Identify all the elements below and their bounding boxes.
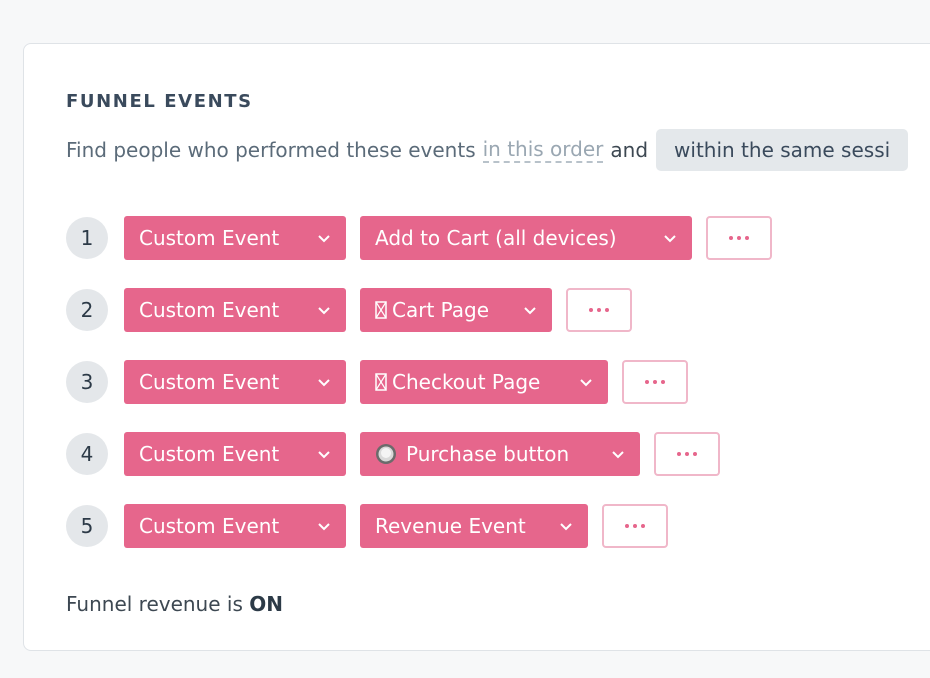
description-prefix: Find people who performed these events <box>66 138 476 162</box>
funnel-step-row: 2 Custom Event Cart Page <box>66 288 632 332</box>
ellipsis-icon <box>625 524 629 528</box>
event-name-label: Revenue Event <box>375 514 526 538</box>
ellipsis-dot <box>653 380 657 384</box>
chevron-down-icon <box>318 379 330 387</box>
ellipsis-dot <box>693 452 697 456</box>
event-type-dropdown[interactable]: Custom Event <box>124 216 346 260</box>
ellipsis-dot <box>685 452 689 456</box>
event-name-label: Cart Page <box>392 298 490 322</box>
event-type-label: Custom Event <box>139 298 280 322</box>
event-name-label: Purchase button <box>406 442 570 466</box>
event-name-dropdown[interactable]: Revenue Event <box>360 504 588 548</box>
ellipsis-dot <box>661 380 665 384</box>
funnel-step-row: 5 Custom Event Revenue Event <box>66 504 668 548</box>
ellipsis-dot <box>737 236 741 240</box>
section-title: FUNNEL EVENTS <box>66 91 253 112</box>
event-type-label: Custom Event <box>139 370 280 394</box>
revenue-status-value: ON <box>249 592 283 616</box>
funnel-step-row: 4 Custom Event Purchase button <box>66 432 720 476</box>
ellipsis-dot <box>605 308 609 312</box>
funnel-step-row: 3 Custom Event Checkout Page <box>66 360 688 404</box>
order-mode-link[interactable]: in this order <box>482 137 604 163</box>
chevron-down-icon <box>664 235 676 243</box>
funnel-revenue-status: Funnel revenue is ON <box>66 592 283 616</box>
step-number-badge: 3 <box>66 361 108 403</box>
chevron-down-icon <box>318 451 330 459</box>
step-number-badge: 4 <box>66 433 108 475</box>
page-placeholder-icon <box>375 372 387 392</box>
ellipsis-dot <box>745 236 749 240</box>
step-more-options-button[interactable] <box>706 216 772 260</box>
event-name-dropdown[interactable]: Cart Page <box>360 288 552 332</box>
event-type-dropdown[interactable]: Custom Event <box>124 360 346 404</box>
chevron-down-icon <box>318 523 330 531</box>
ellipsis-icon <box>729 236 733 240</box>
session-scope-dropdown[interactable]: within the same sessi <box>656 129 909 171</box>
ellipsis-icon <box>645 380 649 384</box>
event-name-dropdown[interactable]: Purchase button <box>360 432 640 476</box>
page-placeholder-icon <box>375 300 387 320</box>
event-type-dropdown[interactable]: Custom Event <box>124 288 346 332</box>
step-more-options-button[interactable] <box>602 504 668 548</box>
event-name-label: Checkout Page <box>392 370 541 394</box>
chevron-down-icon <box>560 523 572 531</box>
revenue-prefix: Funnel revenue is <box>66 592 243 616</box>
ellipsis-dot <box>633 524 637 528</box>
chevron-down-icon <box>612 451 624 459</box>
event-name-label: Add to Cart (all devices) <box>375 226 617 250</box>
chevron-down-icon <box>580 379 592 387</box>
event-name-dropdown[interactable]: Add to Cart (all devices) <box>360 216 692 260</box>
step-number-badge: 1 <box>66 217 108 259</box>
step-number-badge: 5 <box>66 505 108 547</box>
step-more-options-button[interactable] <box>654 432 720 476</box>
ellipsis-icon <box>677 452 681 456</box>
funnel-description: Find people who performed these events i… <box>66 129 909 171</box>
step-more-options-button[interactable] <box>566 288 632 332</box>
ellipsis-icon <box>589 308 593 312</box>
event-type-label: Custom Event <box>139 226 280 250</box>
chevron-down-icon <box>318 235 330 243</box>
event-type-dropdown[interactable]: Custom Event <box>124 504 346 548</box>
event-type-label: Custom Event <box>139 442 280 466</box>
chevron-down-icon <box>318 307 330 315</box>
description-conjunction: and <box>610 138 649 162</box>
event-name-dropdown[interactable]: Checkout Page <box>360 360 608 404</box>
event-type-dropdown[interactable]: Custom Event <box>124 432 346 476</box>
ellipsis-dot <box>641 524 645 528</box>
funnel-step-row: 1 Custom Event Add to Cart (all devices) <box>66 216 772 260</box>
event-type-label: Custom Event <box>139 514 280 538</box>
button-thumbnail-icon <box>375 443 397 465</box>
chevron-down-icon <box>524 307 536 315</box>
step-number-badge: 2 <box>66 289 108 331</box>
step-more-options-button[interactable] <box>622 360 688 404</box>
ellipsis-dot <box>597 308 601 312</box>
